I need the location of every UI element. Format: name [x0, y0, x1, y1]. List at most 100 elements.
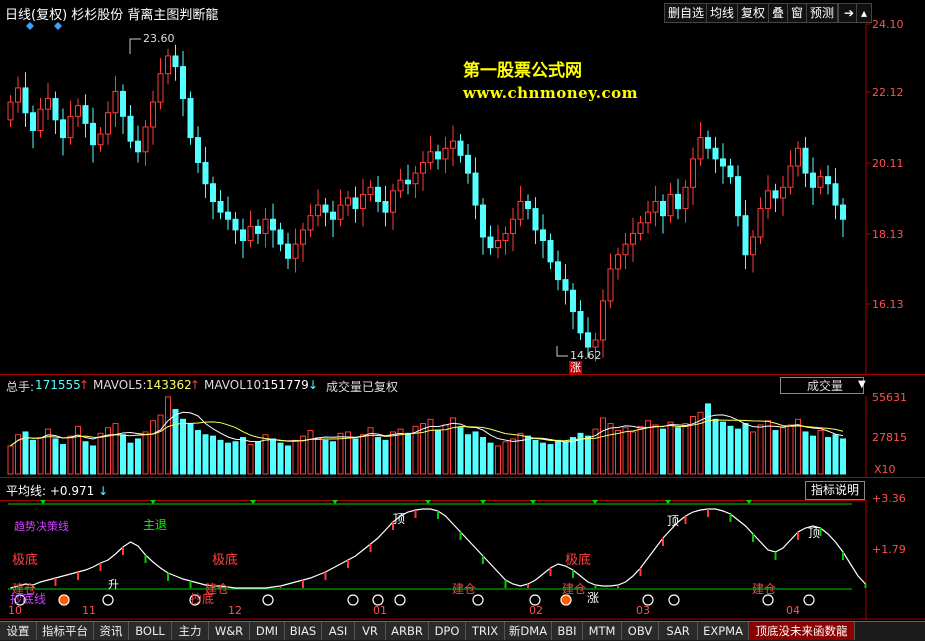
watermark-title: 第一股票公式网	[463, 61, 582, 81]
candle	[390, 190, 396, 213]
tab-15[interactable]: MTM	[583, 622, 622, 640]
indicator-help-button[interactable]: 指标说明	[805, 481, 865, 500]
volume-bar	[157, 414, 164, 475]
candle	[825, 176, 831, 185]
tab-9[interactable]: VR	[355, 622, 386, 640]
candle	[487, 236, 494, 249]
volume-bar	[727, 425, 734, 475]
indicator-label: 平均线:	[6, 484, 47, 498]
candle	[757, 208, 764, 238]
rise-label: 升	[108, 578, 119, 591]
candle	[547, 240, 554, 263]
candle	[75, 105, 81, 117]
candle	[795, 147, 801, 167]
candle	[240, 229, 246, 242]
tab-6[interactable]: DMI	[250, 622, 285, 640]
volume-bar	[645, 420, 651, 475]
tab-14[interactable]: BBI	[552, 622, 583, 640]
tab-4[interactable]: 主力	[172, 622, 209, 640]
candle	[397, 179, 404, 192]
candle	[600, 300, 606, 341]
candle	[780, 186, 786, 199]
signal-circle	[803, 594, 815, 606]
candle	[60, 119, 66, 139]
volume-bar	[67, 435, 74, 475]
build-position-label: 建仓	[562, 582, 587, 596]
tab-13[interactable]: 新DMA	[505, 622, 552, 640]
total-value: 171555	[35, 378, 81, 392]
dropdown-icon[interactable]: ▼	[858, 379, 866, 390]
tab-17[interactable]: SAR	[659, 622, 698, 640]
tab-19[interactable]: 顶底没未来函数龍	[749, 622, 855, 640]
candle	[225, 211, 231, 220]
tab-2[interactable]: 资讯	[94, 622, 129, 640]
tab-1[interactable]: 指标平台	[37, 622, 94, 640]
candle	[787, 165, 794, 188]
high-price-label: 23.60	[143, 32, 175, 45]
candle	[555, 261, 561, 281]
candle	[562, 279, 569, 291]
tab-16[interactable]: OBV	[622, 622, 659, 640]
candle	[375, 186, 381, 203]
candle	[705, 137, 711, 149]
candle	[15, 87, 21, 103]
top-label: 顶	[667, 514, 680, 528]
volume-bar	[37, 437, 44, 475]
candle	[345, 197, 351, 206]
candle	[517, 201, 524, 220]
candle	[30, 112, 36, 131]
low-marker	[556, 346, 568, 357]
candle	[810, 172, 816, 188]
tab-7[interactable]: BIAS	[285, 622, 322, 640]
volume-bar	[7, 445, 14, 475]
tab-3[interactable]: BOLL	[129, 622, 172, 640]
candle	[720, 158, 726, 167]
marker-icon	[530, 500, 536, 504]
candle	[112, 90, 119, 114]
volume-bar	[405, 432, 411, 475]
signal-circle	[262, 594, 274, 606]
volume-bar	[360, 434, 366, 475]
candle	[105, 112, 111, 135]
tab-8[interactable]: ASI	[322, 622, 355, 640]
tab-10[interactable]: ARBR	[386, 622, 429, 640]
volume-bar	[300, 435, 306, 475]
arrow-up-icon: ↑	[190, 378, 201, 392]
volume-bar	[330, 441, 336, 475]
volume-bar	[397, 428, 404, 475]
volume-bar	[465, 434, 471, 475]
volume-bar	[165, 396, 171, 475]
candle	[187, 98, 194, 139]
signal-circle	[394, 594, 406, 606]
candle	[765, 190, 771, 210]
candle	[277, 229, 284, 245]
volume-bar	[82, 441, 89, 475]
tab-0[interactable]: 设置	[0, 622, 37, 640]
volume-bar	[787, 424, 794, 475]
volume-bar	[307, 430, 314, 475]
volume-tick: 55631	[872, 391, 907, 404]
trend-decision-label: 趋势决策线	[14, 520, 69, 533]
volume-bar	[840, 438, 846, 475]
volume-bar	[547, 444, 554, 475]
volume-bar	[780, 427, 786, 475]
tab-11[interactable]: DPO	[429, 622, 466, 640]
marker-icon	[250, 500, 256, 504]
tab-5[interactable]: W&R	[209, 622, 250, 640]
candle	[262, 218, 269, 234]
volume-multiplier: X10	[874, 463, 896, 476]
tab-18[interactable]: EXPMA	[698, 622, 749, 640]
month-label: 01	[373, 604, 387, 617]
candle	[330, 211, 336, 220]
volume-indicator-select[interactable]: 成交量	[780, 377, 864, 394]
marker-icon	[665, 500, 671, 504]
indicator-chart[interactable]	[0, 500, 925, 620]
tab-12[interactable]: TRIX	[466, 622, 505, 640]
extreme-low-label: 极底	[212, 553, 239, 568]
candle	[472, 172, 479, 206]
volume-bar	[810, 435, 816, 475]
candle	[457, 140, 464, 156]
candle	[142, 126, 149, 153]
volume-bar	[682, 423, 689, 475]
volume-chart[interactable]	[0, 396, 925, 478]
